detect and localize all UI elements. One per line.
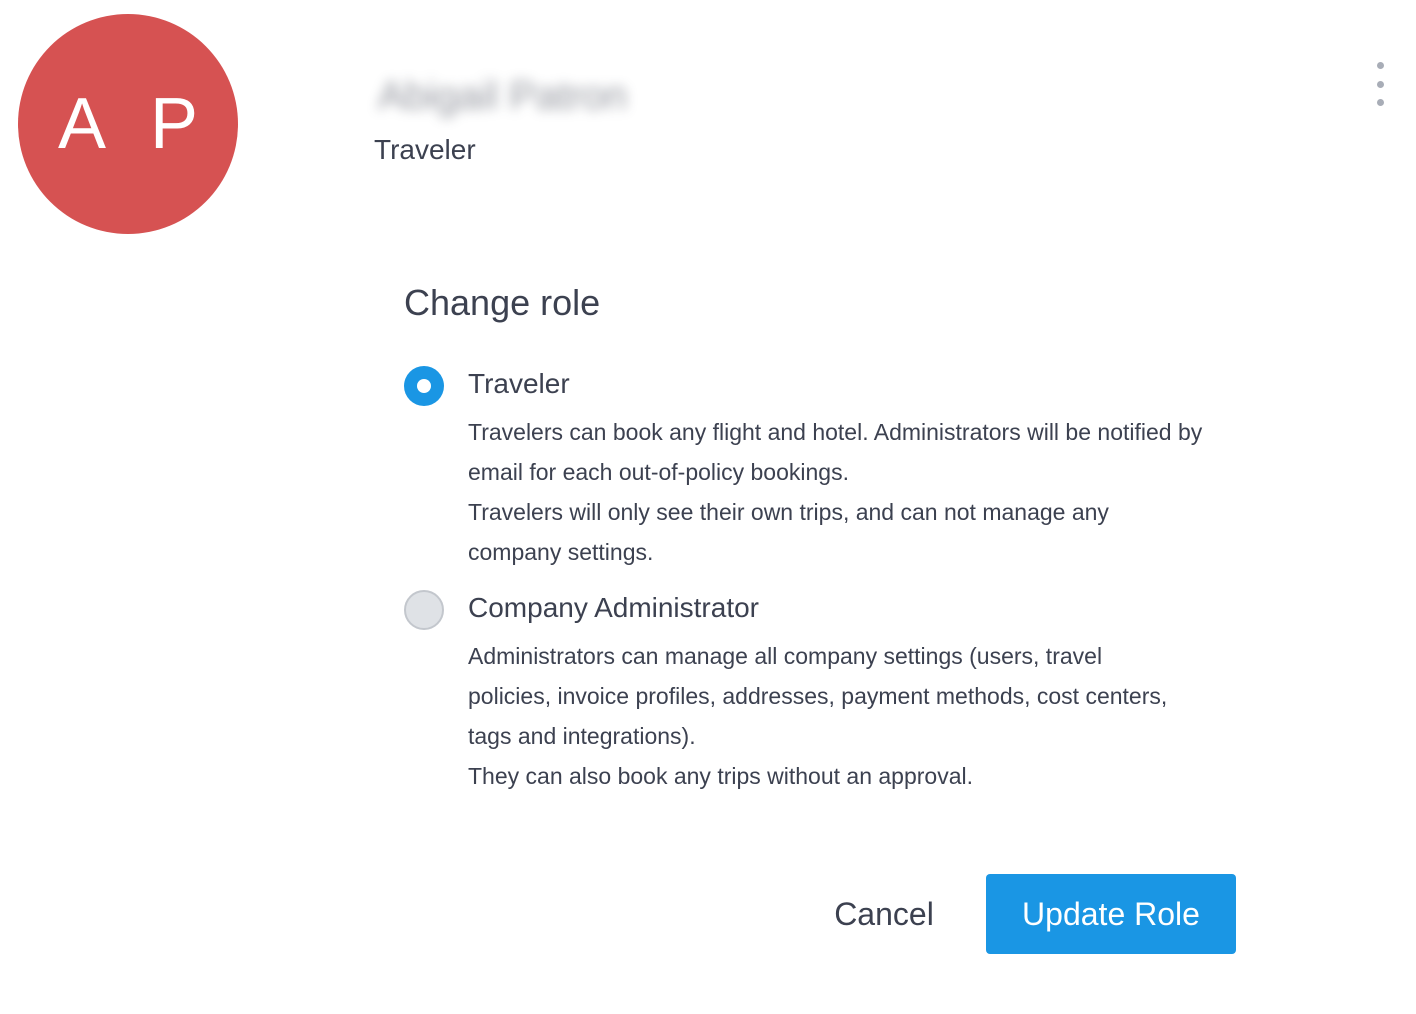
- description-paragraph: They can also book any trips without an …: [468, 763, 974, 789]
- option-label-company-administrator[interactable]: Company Administrator: [468, 592, 759, 624]
- radio-company-administrator[interactable]: [404, 590, 444, 630]
- description-paragraph: Administrators can manage all company se…: [468, 643, 1168, 749]
- change-role-title: Change role: [404, 282, 601, 323]
- update-role-button[interactable]: Update Role: [986, 874, 1236, 954]
- avatar: A P: [18, 14, 238, 234]
- option-description-traveler: Travelers can book any flight and hotel.…: [468, 412, 1208, 572]
- kebab-dot: [1376, 99, 1384, 106]
- kebab-dot: [1376, 62, 1384, 69]
- option-description-company-administrator: Administrators can manage all company se…: [468, 636, 1178, 796]
- more-vertical-icon[interactable]: [1368, 62, 1392, 106]
- kebab-dot: [1376, 80, 1384, 88]
- radio-traveler[interactable]: [404, 366, 444, 406]
- cancel-button[interactable]: Cancel: [812, 874, 956, 954]
- avatar-initials: A P: [57, 84, 213, 164]
- option-label-traveler[interactable]: Traveler: [468, 368, 570, 400]
- user-name: Abigail Patron: [378, 74, 628, 118]
- description-paragraph: Travelers can book any flight and hotel.…: [468, 419, 1203, 485]
- user-current-role: Traveler: [374, 134, 476, 165]
- description-paragraph: Travelers will only see their own trips,…: [468, 499, 1109, 565]
